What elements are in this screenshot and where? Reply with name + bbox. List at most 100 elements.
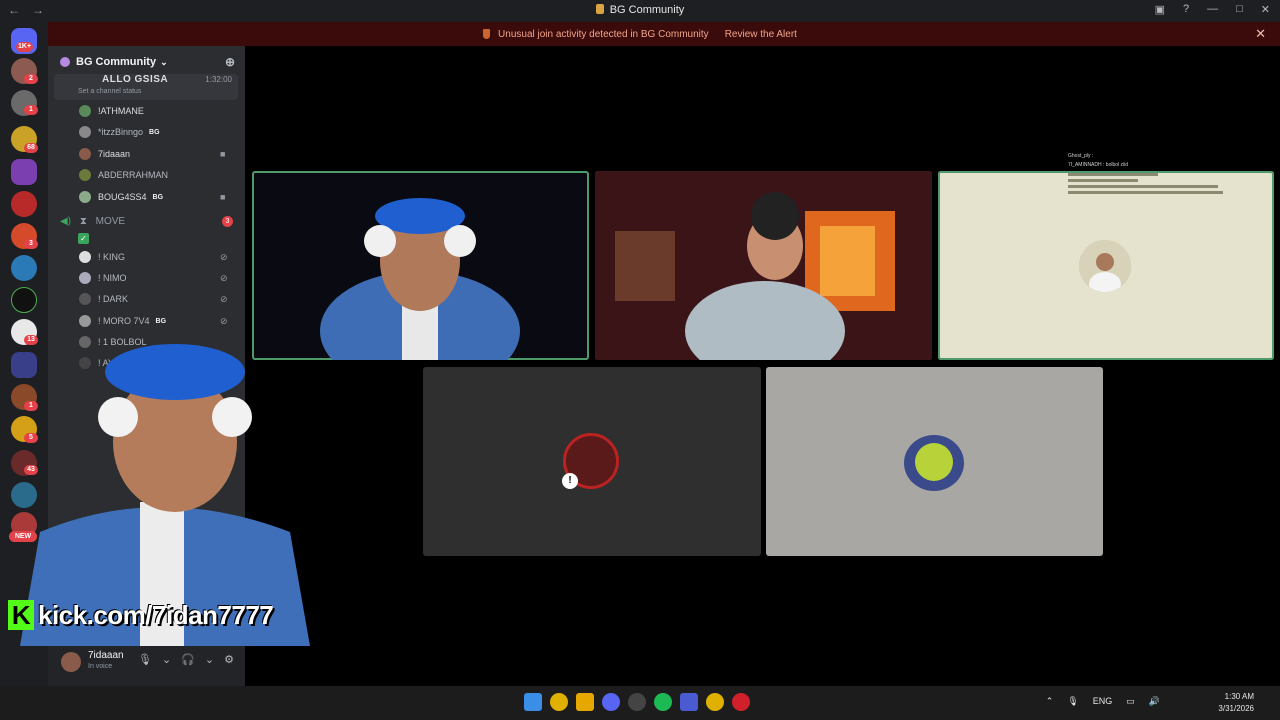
chevron-down-icon[interactable]: ⌄ [162,653,171,666]
taskbar-apps [524,693,750,711]
kick-channel-overlay: Kkick.com/7idan7777 [8,600,274,631]
chat-line: 7I_AMINNADH : bolbol ziid [1068,161,1129,168]
server-badge: 1 [24,105,38,115]
voice-member[interactable]: ! NIMO ⊘ [78,269,228,287]
avatar [78,292,92,306]
avatar[interactable] [61,652,81,672]
maximize-button[interactable]: □ [1236,3,1243,16]
voice-member[interactable]: ! MORO 7V4 BG ⊘ [78,312,228,330]
app-icon[interactable] [680,693,698,711]
avatar [78,147,92,161]
spotify-icon[interactable] [654,693,672,711]
window-titlebar: ← → BG Community ▣ ? — □ ✕ [0,0,1280,22]
avatar [78,168,92,182]
video-tile[interactable] [595,171,932,360]
microphone-icon[interactable]: 🎙 [1067,696,1078,707]
minimize-button[interactable]: — [1207,3,1218,16]
avatar [1079,240,1131,292]
server-boost-icon [60,57,70,67]
hourglass-icon: ⧗ [79,216,87,227]
voice-channel-time: 1:32:00 [205,75,232,84]
voice-channel-move[interactable]: ◀) ⧗ MOVE 3 [60,216,233,227]
muted-icon: ⊘ [220,315,228,326]
inbox-icon[interactable]: ▣ [1155,3,1165,16]
chrome-icon[interactable] [706,693,724,711]
alert-message: Unusual join activity detected in BG Com… [498,28,709,40]
add-member-icon[interactable]: ⊕ [225,55,235,69]
window-controls: ▣ ? — □ ✕ [1155,3,1270,16]
stream-chat-overlay: Ghost_ply : 7I_AMINNADH : bolbol ziid [1068,152,1268,197]
user-name: 7idaaan [88,650,124,661]
voice-member[interactable]: *itzzBinngo BG [78,123,160,141]
headphones-icon[interactable]: 🎧 [181,653,195,666]
home-badge: 1K+ [16,42,34,52]
avatar [78,104,92,118]
webcam-feed [20,344,310,646]
video-icon: ■ [220,192,226,202]
voice-member[interactable]: ! DARK ⊘ [78,290,228,308]
avatar [78,250,92,264]
muted-icon: ⊘ [220,251,228,262]
user-controls: 🎙 ⌄ 🎧 ⌄ ⚙ [138,653,234,666]
video-feed [595,171,932,360]
server-icon[interactable] [11,287,37,313]
clock-time: 1:30 AM [1224,692,1254,701]
obs-icon[interactable] [628,693,646,711]
close-window-button[interactable]: ✕ [1261,3,1270,16]
chevron-down-icon[interactable]: ⌄ [205,653,214,666]
chevron-down-icon: ⌄ [160,56,168,67]
channel-count-badge: 3 [222,216,233,227]
voice-channel-name: MOVE [95,216,126,227]
server-icon[interactable] [11,191,37,217]
voice-member[interactable]: !ATHMANE [78,102,144,120]
voice-member[interactable]: BOUG4SS4 BG ■ [78,188,225,206]
muted-icon: ⊘ [220,293,228,304]
server-icon [595,4,604,14]
windows-taskbar: ⌃ 🎙 ENG ▭ 🔊 1:30 AM 3/31/2026 [0,686,1280,720]
review-alert-link[interactable]: Review the Alert [725,29,797,40]
user-status: In voice [88,663,113,670]
channel-status[interactable]: Set a channel status [78,88,141,95]
checkmark-icon: ✓ [78,233,89,244]
window-title: BG Community [0,4,1280,16]
clock[interactable]: 1:30 AM 3/31/2026 [1218,691,1254,715]
volume-icon[interactable]: 🔊 [1149,696,1160,707]
system-tray: ⌃ 🎙 ENG ▭ 🔊 [1046,696,1160,707]
network-icon[interactable]: ▭ [1126,696,1135,707]
server-badge: 68 [24,143,38,153]
alert-banner: Unusual join activity detected in BG Com… [0,22,1280,46]
server-icon[interactable] [11,159,37,185]
voice-channel-active[interactable]: ALLO GSISA 1:32:00 Set a channel status [54,74,238,100]
server-badge: 3 [24,239,38,249]
help-icon[interactable]: ? [1183,3,1189,16]
streamer-webcam [0,332,320,646]
avatar [78,125,92,139]
discord-icon[interactable] [602,693,620,711]
video-icon: ■ [220,149,226,159]
youtube-icon[interactable] [732,693,750,711]
microphone-icon[interactable]: 🎙 [138,653,152,666]
video-tile[interactable]: ! [423,367,761,556]
voice-member[interactable]: ABDERRAHMAN [78,166,168,184]
muted-icon: ⊘ [220,272,228,283]
status-icon: ! [562,473,578,489]
user-panel: 7idaaan In voice 🎙 ⌄ 🎧 ⌄ ⚙ [48,646,245,686]
chrome-icon[interactable] [550,693,568,711]
avatar [78,190,92,204]
video-tile[interactable] [766,367,1103,556]
server-badge: 2 [24,74,38,84]
language-indicator[interactable]: ENG [1093,696,1113,707]
voice-member[interactable]: ! KING ⊘ [78,248,228,266]
server-icon[interactable] [11,255,37,281]
file-explorer-icon[interactable] [576,693,594,711]
server-name: BG Community [76,56,157,68]
chevron-up-icon[interactable]: ⌃ [1046,696,1054,707]
blurred-chat-line [1068,179,1138,182]
settings-gear-icon[interactable]: ⚙ [224,653,234,666]
voice-member[interactable]: 7idaaan ■ [78,145,225,163]
windows-start-icon[interactable] [524,693,542,711]
avatar [915,443,953,481]
close-icon[interactable]: ✕ [1255,26,1266,42]
video-tile[interactable] [938,171,1274,360]
shield-icon [483,29,491,39]
